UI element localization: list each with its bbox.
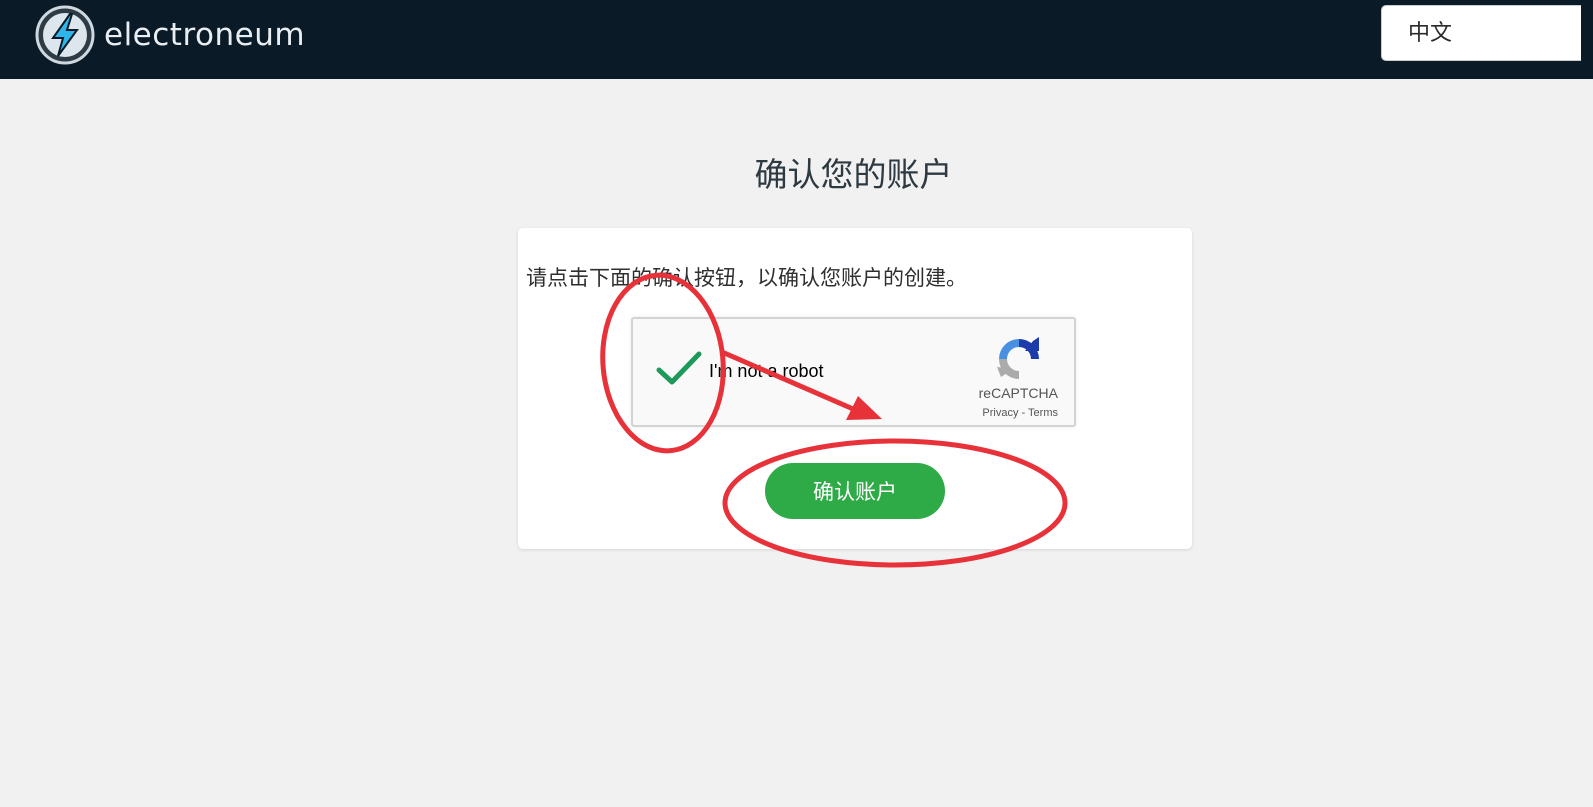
privacy-link[interactable]: Privacy (982, 407, 1018, 419)
recaptcha-logo-icon (997, 337, 1039, 379)
page: electroneum 中文 确认您的账户 请点击下面的确认按钮，以确认您账户的… (0, 0, 1593, 807)
page-title: 确认您的账户 (754, 155, 953, 194)
confirm-account-button[interactable]: 确认账户 (765, 463, 945, 519)
recaptcha-links: Privacy - Terms (982, 407, 1058, 419)
electroneum-bolt-logo-icon (35, 5, 95, 65)
terms-link[interactable]: Terms (1028, 407, 1058, 419)
link-separator: - (1018, 407, 1029, 419)
recaptcha-widget: I'm not a robot reCAPTCHA Privacy - Term… (631, 317, 1076, 427)
recaptcha-label: I'm not a robot (709, 361, 824, 381)
logo[interactable]: electroneum (34, 4, 305, 66)
top-navbar: electroneum 中文 (0, 0, 1593, 79)
recaptcha-brand: reCAPTCHA (978, 385, 1058, 401)
brand-name: electroneum (104, 17, 306, 53)
confirm-card: 请点击下面的确认按钮，以确认您账户的创建。 I'm not a robot re… (518, 228, 1192, 549)
instruction-text: 请点击下面的确认按钮，以确认您账户的创建。 (526, 266, 967, 290)
checkmark-icon[interactable] (655, 349, 703, 389)
language-select[interactable]: 中文 (1381, 5, 1581, 61)
